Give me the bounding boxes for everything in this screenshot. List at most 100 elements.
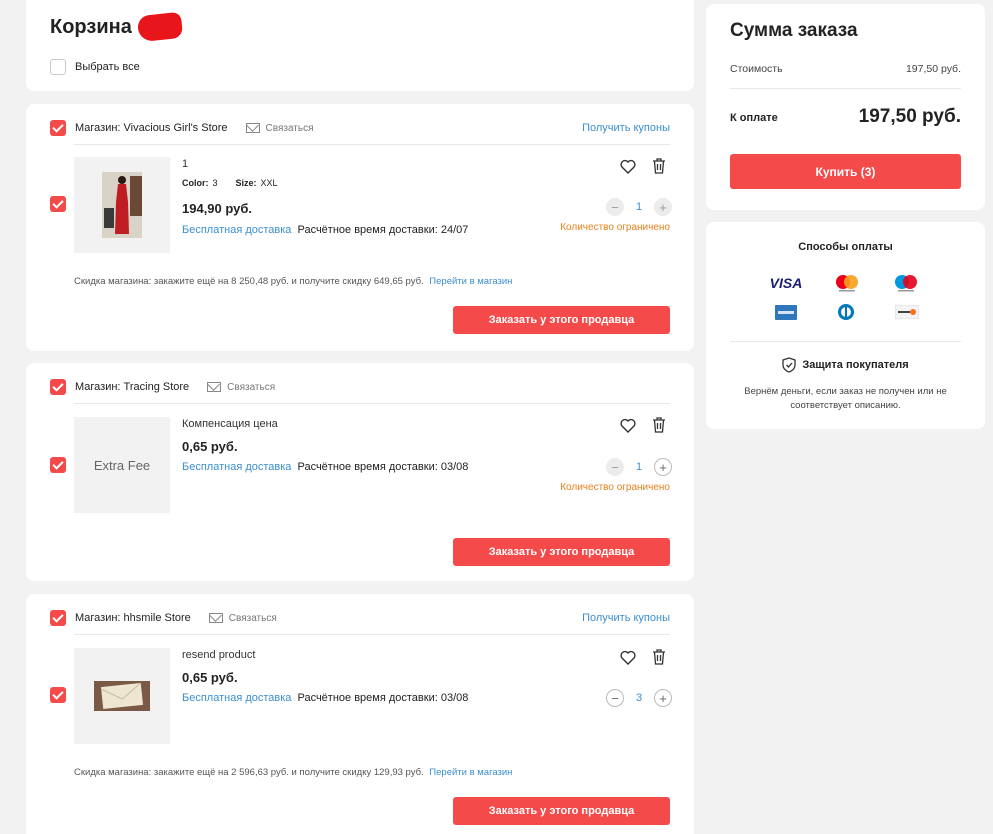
discount-text: Скидка магазина: закажите ещё на 2 596,6… xyxy=(74,767,424,778)
item-name[interactable]: 1 xyxy=(182,158,188,170)
quantity-value[interactable]: 3 xyxy=(632,692,646,704)
increase-button[interactable]: + xyxy=(654,458,672,476)
quantity-stepper: − 3 + xyxy=(606,689,672,707)
buy-button[interactable]: Купить (3) xyxy=(730,154,961,189)
store-name-link[interactable]: Магазин: Tracing Store xyxy=(75,381,189,393)
go-to-store-link[interactable]: Перейти в магазин xyxy=(429,276,512,287)
buyer-protection: Защита покупателя xyxy=(706,357,985,373)
store-header: Магазин: Vivacious Girl's Store Связатьс… xyxy=(50,120,314,136)
store-checkbox[interactable] xyxy=(50,379,66,395)
mail-icon xyxy=(245,123,260,133)
diners-club-icon xyxy=(834,303,858,321)
contact-seller[interactable]: Связаться xyxy=(207,382,275,393)
order-from-seller-button[interactable]: Заказать у этого продавца xyxy=(453,538,670,566)
decrease-button[interactable]: − xyxy=(606,458,624,476)
free-shipping: Бесплатная доставка xyxy=(182,461,292,473)
contact-label: Связаться xyxy=(228,612,277,624)
free-shipping: Бесплатная доставка xyxy=(182,692,292,704)
contact-seller[interactable]: Связаться xyxy=(208,612,277,624)
page-title: Корзина xyxy=(50,16,132,38)
color-label: Color: xyxy=(182,178,209,188)
amex-icon xyxy=(774,304,798,320)
payment-title: Способы оплаты xyxy=(798,241,893,253)
payment-methods-card: Способы оплаты VISA Защита покупателя Ве… xyxy=(706,222,985,429)
select-all[interactable]: Выбрать все xyxy=(50,59,140,75)
order-summary-card: Сумма заказа Стоимость 197,50 руб. К опл… xyxy=(706,4,985,210)
go-to-store-link[interactable]: Перейти в магазин xyxy=(429,767,512,778)
envelope-photo-icon xyxy=(94,681,150,711)
delivery-estimate: Расчётное время доставки: 24/07 xyxy=(297,224,469,236)
store-discount: Скидка магазина: закажите ещё на 8 250,4… xyxy=(74,276,512,287)
decrease-button[interactable]: − xyxy=(606,689,624,707)
color-value: 3 xyxy=(212,178,218,188)
store-name-link[interactable]: Магазин: Vivacious Girl's Store xyxy=(75,122,228,134)
item-checkbox[interactable] xyxy=(50,196,66,212)
redacted-mark xyxy=(136,11,184,43)
discount-text: Скидка магазина: закажите ещё на 8 250,4… xyxy=(74,276,424,287)
size-label: Size: xyxy=(235,178,257,188)
trash-icon[interactable] xyxy=(652,649,666,668)
item-checkbox[interactable] xyxy=(50,457,66,473)
get-coupons-link[interactable]: Получить купоны xyxy=(582,612,670,624)
store-header: Магазин: hhsmile Store Связаться xyxy=(50,610,277,626)
trash-icon[interactable] xyxy=(652,417,666,436)
total-label: К оплате xyxy=(730,112,778,124)
shipping-info: Бесплатная доставка Расчётное время дост… xyxy=(182,224,468,236)
order-from-seller-button[interactable]: Заказать у этого продавца xyxy=(453,797,670,825)
quantity-value[interactable]: 1 xyxy=(632,461,646,473)
increase-button[interactable]: + xyxy=(654,198,672,216)
protection-title: Защита покупателя xyxy=(802,359,909,371)
mail-icon xyxy=(207,382,222,392)
shield-check-icon xyxy=(782,357,797,373)
limited-quantity-note: Количество ограничено xyxy=(560,222,670,233)
free-shipping: Бесплатная доставка xyxy=(182,224,292,236)
protection-text-line-2: соответствует описанию. xyxy=(790,400,901,411)
store-checkbox[interactable] xyxy=(50,610,66,626)
increase-button[interactable]: + xyxy=(654,689,672,707)
store-card-1: Магазин: Vivacious Girl's Store Связатьс… xyxy=(26,104,694,351)
cart-header-card: Корзина Выбрать все xyxy=(26,0,694,91)
store-checkbox[interactable] xyxy=(50,120,66,136)
visa-icon: VISA xyxy=(769,275,803,291)
total-value: 197,50 руб. xyxy=(858,106,961,127)
wishlist-icon[interactable] xyxy=(620,418,636,436)
item-price: 0,65 руб. xyxy=(182,670,238,685)
product-image[interactable] xyxy=(74,157,170,253)
mastercard-icon xyxy=(832,272,862,294)
product-image[interactable]: Extra Fee xyxy=(74,417,170,513)
product-image[interactable] xyxy=(74,648,170,744)
item-checkbox[interactable] xyxy=(50,687,66,703)
store-name-link[interactable]: Магазин: hhsmile Store xyxy=(75,612,191,624)
wishlist-icon[interactable] xyxy=(620,650,636,668)
quantity-value[interactable]: 1 xyxy=(632,201,646,213)
summary-title: Сумма заказа xyxy=(730,20,858,41)
mail-icon xyxy=(208,613,223,623)
contact-label: Связаться xyxy=(265,122,314,134)
order-from-seller-button[interactable]: Заказать у этого продавца xyxy=(453,306,670,334)
maestro-icon xyxy=(891,272,921,294)
trash-icon[interactable] xyxy=(652,158,666,177)
protection-text: Вернём деньги, если заказ не получен или… xyxy=(706,385,985,413)
get-coupons-link[interactable]: Получить купоны xyxy=(582,122,670,134)
store-header: Магазин: Tracing Store Связаться xyxy=(50,379,275,395)
quantity-stepper: − 1 + xyxy=(606,198,672,216)
select-all-label: Выбрать все xyxy=(75,61,140,73)
store-card-2: Магазин: Tracing Store Связаться Extra F… xyxy=(26,363,694,581)
item-price: 194,90 руб. xyxy=(182,201,253,216)
cost-label: Стоимость xyxy=(730,63,783,75)
contact-seller[interactable]: Связаться xyxy=(245,122,314,134)
select-all-checkbox[interactable] xyxy=(50,59,66,75)
contact-label: Связаться xyxy=(227,381,276,393)
item-options[interactable]: Color: 3 Size: XXL xyxy=(182,178,278,188)
store-discount: Скидка магазина: закажите ещё на 2 596,6… xyxy=(74,767,512,778)
decrease-button[interactable]: − xyxy=(606,198,624,216)
dress-photo-icon xyxy=(102,172,142,238)
item-name[interactable]: resend product xyxy=(182,649,255,661)
shipping-info: Бесплатная доставка Расчётное время дост… xyxy=(182,692,468,704)
item-name[interactable]: Компенсация цена xyxy=(182,418,278,430)
wishlist-icon[interactable] xyxy=(620,159,636,177)
quantity-stepper: − 1 + xyxy=(606,458,672,476)
protection-text-line-1: Вернём деньги, если заказ не получен или… xyxy=(744,386,947,397)
discover-icon xyxy=(894,304,920,320)
size-value: XXL xyxy=(260,178,278,188)
